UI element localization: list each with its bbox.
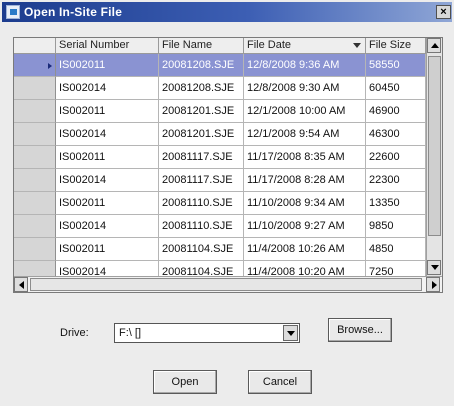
file-size-cell: 58550 (366, 54, 426, 77)
cancel-button[interactable]: Cancel (248, 370, 312, 394)
column-header-file-size[interactable]: File Size (366, 38, 426, 54)
serial-number-cell: IS002011 (56, 238, 159, 261)
file-size-cell: 13350 (366, 192, 426, 215)
file-date-cell: 12/1/2008 10:00 AM (244, 100, 366, 123)
file-name-cell: 20081117.SJE (159, 169, 244, 192)
file-date-cell: 11/10/2008 9:34 AM (244, 192, 366, 215)
scroll-up-button[interactable] (427, 38, 441, 53)
scroll-right-button[interactable] (426, 277, 440, 292)
file-date-cell: 12/8/2008 9:36 AM (244, 54, 366, 77)
file-name-cell: 20081117.SJE (159, 146, 244, 169)
column-header-serial-number[interactable]: Serial Number (56, 38, 159, 54)
file-name-cell: 20081208.SJE (159, 77, 244, 100)
open-button[interactable]: Open (153, 370, 217, 394)
serial-number-cell: IS002011 (56, 192, 159, 215)
row-header[interactable] (14, 238, 56, 261)
current-row-icon (48, 63, 52, 69)
file-date-cell: 11/10/2008 9:27 AM (244, 215, 366, 238)
table-row[interactable]: IS002014 20081117.SJE 11/17/2008 8:28 AM 22… (14, 169, 426, 192)
chevron-down-icon (287, 331, 295, 336)
dialog-title: Open In-Site File (24, 5, 123, 19)
file-size-cell: 60450 (366, 77, 426, 100)
file-name-cell: 20081104.SJE (159, 238, 244, 261)
drive-value: F:\ [] (119, 327, 141, 339)
arrow-right-icon (432, 281, 437, 289)
table-row[interactable]: IS002011 20081104.SJE 11/4/2008 10:26 AM 48… (14, 238, 426, 261)
drive-label: Drive: (60, 327, 89, 339)
arrow-up-icon (431, 43, 439, 48)
file-size-cell: 46900 (366, 100, 426, 123)
file-name-cell: 20081208.SJE (159, 54, 244, 77)
row-header[interactable] (14, 192, 56, 215)
file-date-cell: 11/17/2008 8:28 AM (244, 169, 366, 192)
drive-select[interactable]: F:\ [] (114, 323, 300, 343)
table-row[interactable]: IS002011 20081110.SJE 11/10/2008 9:34 AM 13… (14, 192, 426, 215)
file-date-cell: 11/4/2008 10:26 AM (244, 238, 366, 261)
vertical-scrollbar[interactable] (426, 38, 442, 276)
open-file-dialog: Open In-Site File × Serial Number File N… (0, 0, 454, 406)
file-size-cell: 22600 (366, 146, 426, 169)
table-row[interactable]: IS002011 20081208.SJE 12/8/2008 9:36 AM 585… (14, 54, 426, 77)
serial-number-cell: IS002014 (56, 169, 159, 192)
row-header[interactable] (14, 146, 56, 169)
file-date-cell: 12/8/2008 9:30 AM (244, 77, 366, 100)
serial-number-cell: IS002014 (56, 215, 159, 238)
file-name-cell: 20081110.SJE (159, 192, 244, 215)
file-size-cell: 46300 (366, 123, 426, 146)
file-grid: Serial Number File Name File Date File S… (13, 37, 443, 293)
row-header[interactable] (14, 169, 56, 192)
row-header[interactable] (14, 215, 56, 238)
file-size-cell: 4850 (366, 238, 426, 261)
scroll-left-button[interactable] (14, 277, 28, 292)
table-row[interactable]: IS002014 20081208.SJE 12/8/2008 9:30 AM 604… (14, 77, 426, 100)
arrow-left-icon (19, 281, 24, 289)
serial-number-cell: IS002014 (56, 123, 159, 146)
serial-number-cell: IS002014 (56, 77, 159, 100)
file-name-cell: 20081110.SJE (159, 215, 244, 238)
file-date-cell: 12/1/2008 9:54 AM (244, 123, 366, 146)
horizontal-scrollbar[interactable] (14, 276, 442, 292)
column-header-file-name[interactable]: File Name (159, 38, 244, 54)
row-header[interactable] (14, 77, 56, 100)
drive-dropdown-button[interactable] (283, 325, 298, 341)
table-row[interactable]: IS002014 20081110.SJE 11/10/2008 9:27 AM 98… (14, 215, 426, 238)
file-date-cell: 11/17/2008 8:35 AM (244, 146, 366, 169)
column-header-file-date[interactable]: File Date (244, 38, 366, 54)
grid-header: Serial Number File Name File Date File S… (14, 38, 426, 54)
row-header[interactable] (14, 123, 56, 146)
serial-number-cell: IS002011 (56, 146, 159, 169)
table-row[interactable]: IS002014 20081201.SJE 12/1/2008 9:54 AM 463… (14, 123, 426, 146)
browse-button[interactable]: Browse... (328, 318, 392, 342)
table-row[interactable]: IS002011 20081201.SJE 12/1/2008 10:00 AM 46… (14, 100, 426, 123)
arrow-down-icon (431, 265, 439, 270)
horizontal-scroll-thumb[interactable] (30, 278, 422, 291)
file-name-cell: 20081201.SJE (159, 123, 244, 146)
file-size-cell: 22300 (366, 169, 426, 192)
close-button[interactable]: × (436, 5, 451, 19)
open-file-icon (6, 5, 20, 19)
serial-number-cell: IS002011 (56, 100, 159, 123)
column-header-file-date-label: File Date (247, 39, 292, 51)
row-header[interactable] (14, 100, 56, 123)
sort-descending-icon (353, 43, 361, 48)
serial-number-cell: IS002011 (56, 54, 159, 77)
file-size-cell: 9850 (366, 215, 426, 238)
scroll-down-button[interactable] (427, 260, 441, 275)
table-row[interactable]: IS002011 20081117.SJE 11/17/2008 8:35 AM 22… (14, 146, 426, 169)
row-header-corner (14, 38, 56, 54)
vertical-scroll-thumb[interactable] (428, 56, 441, 236)
file-name-cell: 20081201.SJE (159, 100, 244, 123)
row-header[interactable] (14, 54, 56, 77)
title-bar[interactable]: Open In-Site File × (2, 2, 452, 22)
